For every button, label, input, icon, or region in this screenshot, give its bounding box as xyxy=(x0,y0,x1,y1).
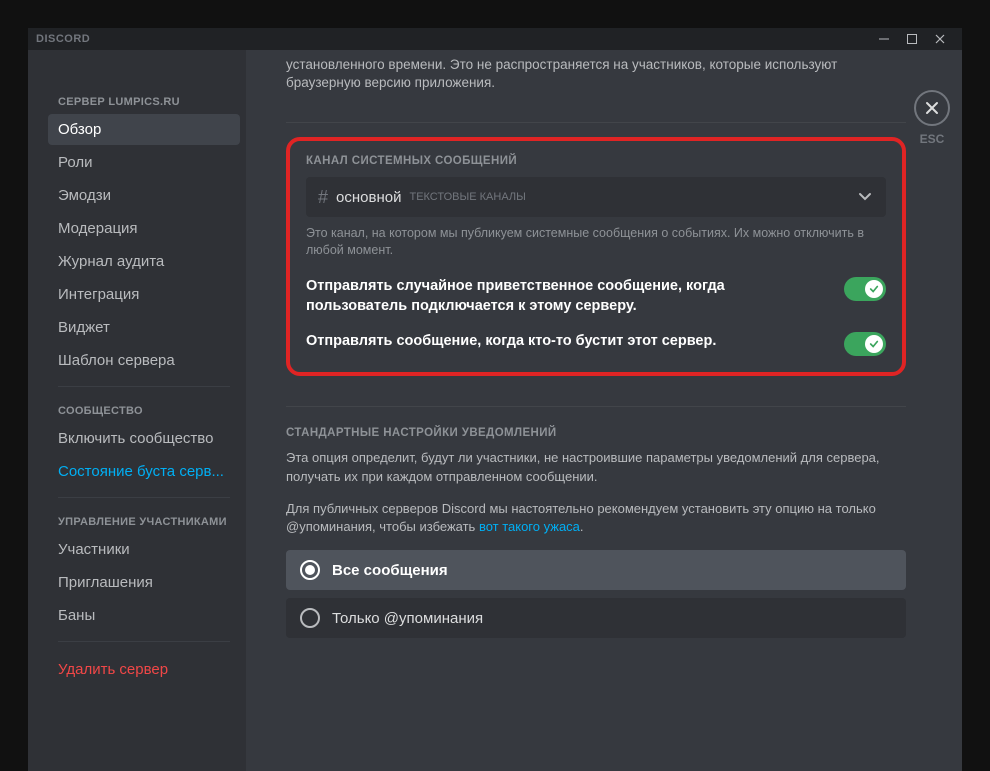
radio-label: Только @упоминания xyxy=(332,610,483,627)
boost-message-toggle-row: Отправлять сообщение, когда кто-то бусти… xyxy=(306,332,886,356)
sidebar-item-enable-community[interactable]: Включить сообщество xyxy=(48,423,240,454)
sidebar-item-delete-server[interactable]: Удалить сервер xyxy=(48,654,240,685)
section-divider xyxy=(286,406,906,407)
sidebar-item-integrations[interactable]: Интеграция xyxy=(48,279,240,310)
sidebar-item-bans[interactable]: Баны xyxy=(48,600,240,631)
notification-radio-only-mentions[interactable]: Только @упоминания xyxy=(286,598,906,638)
sidebar-divider xyxy=(58,497,230,498)
app-title: DISCORD xyxy=(36,33,90,45)
window-maximize-button[interactable] xyxy=(898,28,926,50)
sidebar-divider xyxy=(58,641,230,642)
default-notifications-description-1: Эта опция определит, будут ли участники,… xyxy=(286,449,906,485)
radio-icon xyxy=(300,560,320,580)
channel-category: ТЕКСТОВЫЕ КАНАЛЫ xyxy=(409,191,525,203)
system-messages-header: КАНАЛ СИСТЕМНЫХ СООБЩЕНИЙ xyxy=(306,155,886,167)
titlebar: DISCORD xyxy=(28,28,962,50)
section-divider xyxy=(286,122,906,123)
welcome-message-toggle-row: Отправлять случайное приветственное сооб… xyxy=(306,277,886,316)
sidebar-item-moderation[interactable]: Модерация xyxy=(48,213,240,244)
system-messages-section-highlighted: КАНАЛ СИСТЕМНЫХ СООБЩЕНИЙ # основной ТЕК… xyxy=(286,137,906,376)
sidebar-category-server: СЕРВЕР LUMPICS.RU xyxy=(48,90,240,114)
system-messages-channel-select[interactable]: # основной ТЕКСТОВЫЕ КАНАЛЫ xyxy=(306,177,886,217)
notification-radio-all-messages[interactable]: Все сообщения xyxy=(286,550,906,590)
channel-name: основной xyxy=(336,189,401,206)
window-close-button[interactable] xyxy=(926,28,954,50)
welcome-message-toggle[interactable] xyxy=(844,277,886,301)
sidebar-item-invites[interactable]: Приглашения xyxy=(48,567,240,598)
sidebar-item-widget[interactable]: Виджет xyxy=(48,312,240,343)
notification-horror-link[interactable]: вот такого ужаса xyxy=(479,519,580,534)
boost-message-toggle-label: Отправлять сообщение, когда кто-то бусти… xyxy=(306,332,828,352)
system-messages-help: Это канал, на котором мы публикуем систе… xyxy=(306,225,886,259)
sidebar-item-members[interactable]: Участники xyxy=(48,534,240,565)
esc-label: ESC xyxy=(920,132,945,146)
toggle-knob xyxy=(865,280,883,298)
sidebar-divider xyxy=(58,386,230,387)
hash-icon: # xyxy=(318,187,328,208)
sidebar-category-user-management: УПРАВЛЕНИЕ УЧАСТНИКАМИ xyxy=(48,510,240,534)
sidebar-item-emoji[interactable]: Эмодзи xyxy=(48,180,240,211)
close-settings-button[interactable] xyxy=(914,90,950,126)
settings-sidebar: СЕРВЕР LUMPICS.RU Обзор Роли Эмодзи Моде… xyxy=(28,50,246,771)
welcome-message-toggle-label: Отправлять случайное приветственное сооб… xyxy=(306,277,828,316)
sidebar-category-community: СООБЩЕСТВО xyxy=(48,399,240,423)
sidebar-item-overview[interactable]: Обзор xyxy=(48,114,240,145)
settings-content: ESC установленного времени. Это не распр… xyxy=(246,50,962,771)
afk-timeout-description-continued: установленного времени. Это не распростр… xyxy=(286,50,906,92)
app-window: DISCORD СЕРВЕР LUMPICS.RU Обзор Роли Эмо… xyxy=(28,28,962,771)
window-minimize-button[interactable] xyxy=(870,28,898,50)
radio-label: Все сообщения xyxy=(332,562,448,579)
boost-message-toggle[interactable] xyxy=(844,332,886,356)
default-notifications-header: СТАНДАРТНЫЕ НАСТРОЙКИ УВЕДОМЛЕНИЙ xyxy=(286,427,906,439)
default-notifications-description-2: Для публичных серверов Discord мы настоя… xyxy=(286,500,906,536)
sidebar-item-audit-log[interactable]: Журнал аудита xyxy=(48,246,240,277)
sidebar-item-boost-status[interactable]: Состояние буста серв... xyxy=(48,456,240,487)
radio-icon xyxy=(300,608,320,628)
sidebar-item-roles[interactable]: Роли xyxy=(48,147,240,178)
chevron-down-icon xyxy=(856,187,874,208)
sidebar-item-server-template[interactable]: Шаблон сервера xyxy=(48,345,240,376)
toggle-knob xyxy=(865,335,883,353)
